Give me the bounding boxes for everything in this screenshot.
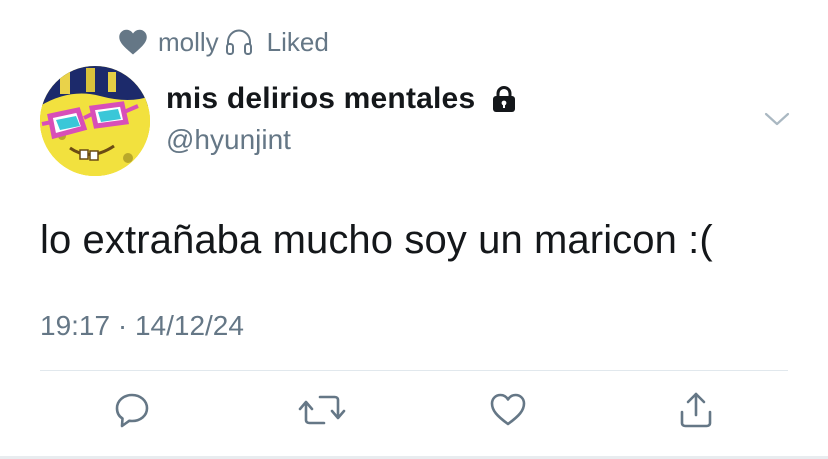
timestamp[interactable]: 19:17 · 14/12/24 [40,310,244,342]
chevron-down-icon[interactable] [762,108,792,130]
display-name[interactable]: mis delirios mentales [166,82,475,116]
retweet-icon[interactable] [298,390,346,430]
handle[interactable]: @hyunjint [166,124,291,156]
author-name-row[interactable]: mis delirios mentales [166,82,519,116]
social-context[interactable]: molly Liked [118,26,329,58]
action-bar [0,390,828,440]
headphones-icon [223,26,255,58]
social-context-user[interactable]: molly [158,27,219,58]
lock-icon [489,84,519,114]
avatar[interactable] [40,66,150,176]
social-context-action: Liked [266,26,329,57]
heart-icon [118,28,148,56]
share-icon[interactable] [676,390,716,430]
reply-icon[interactable] [112,390,152,430]
tweet-text: lo extrañaba mucho soy un maricon :( [40,218,713,262]
like-icon[interactable] [488,390,528,430]
divider [40,370,788,371]
